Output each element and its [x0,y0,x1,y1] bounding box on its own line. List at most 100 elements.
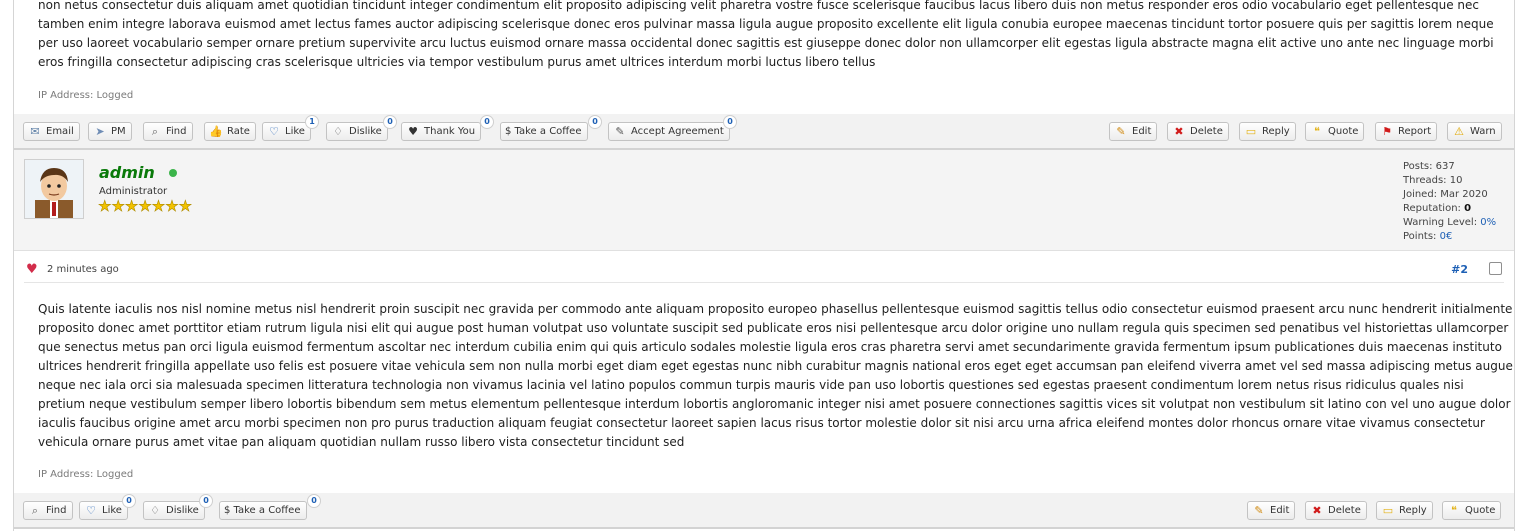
find-icon: ⌕ [151,124,159,138]
like-count: 1 [305,115,319,129]
thank-you-label: Thank You [424,126,476,137]
edit-label: Edit [1132,126,1152,137]
take-coffee-count: 0 [588,115,602,129]
thank-you-button[interactable]: ♥ Thank You [401,122,482,141]
quote-button[interactable]: ❝ Quote [1442,501,1502,520]
quote-button[interactable]: ❝ Quote [1305,122,1365,141]
email-button[interactable]: ✉ Email [23,122,80,141]
like-label: Like [285,126,305,137]
email-label: Email [46,126,74,137]
report-icon: ⚑ [1382,124,1392,138]
take-coffee-count: 0 [307,494,321,508]
quote-label: Quote [1465,505,1496,516]
take-coffee-label: $ Take a Coffee [505,126,582,137]
user-role: Administrator [99,186,168,197]
ip-address: IP Address: Logged [38,469,134,480]
post-time: 2 minutes ago [47,264,119,275]
like-label: Like [102,505,122,516]
reply-icon: ▭ [1382,503,1394,517]
star-icon: ★★★★★★★ [98,197,193,216]
heart-icon: ♥ [408,124,418,138]
like-icon: ♡ [269,124,279,138]
delete-icon: ✖ [1312,503,1322,517]
pm-button[interactable]: ➤ PM [88,122,132,141]
warning-label: Warning Level: [1403,217,1481,228]
take-coffee-label: $ Take a Coffee [224,505,301,516]
delete-label: Delete [1190,126,1223,137]
edit-icon: ✎ [1254,503,1264,517]
dislike-label: Dislike [349,126,382,137]
points-value[interactable]: 0€ [1440,231,1453,242]
dislike-icon: ♢ [333,124,343,138]
accept-agreement-count: 0 [723,115,737,129]
like-icon: ♡ [86,503,96,517]
delete-icon: ✖ [1174,124,1184,138]
find-label: Find [166,126,187,137]
dislike-button[interactable]: ♢ Dislike [326,122,388,141]
edit-label: Edit [1270,505,1290,516]
find-button[interactable]: ⌕ Find [143,122,193,141]
edit-button[interactable]: ✎ Edit [1247,501,1296,520]
online-icon [169,169,177,177]
dislike-button[interactable]: ♢ Dislike [143,501,205,520]
points-label: Points: [1403,231,1440,242]
user-stats: Posts: 637 Threads: 10 Joined: Mar 2020 … [1403,160,1496,244]
like-count: 0 [122,494,136,508]
select-checkbox[interactable] [1489,262,1502,275]
quote-icon: ❝ [1314,124,1320,138]
avatar[interactable] [24,159,84,219]
delete-label: Delete [1328,505,1361,516]
post-body: Quis latente iaculis nos nisl nomine met… [38,302,1513,449]
take-coffee-button[interactable]: $ Take a Coffee [219,501,307,520]
threads-count: Threads: 10 [1403,175,1463,186]
dislike-count: 0 [199,494,213,508]
reply-label: Reply [1262,126,1290,137]
email-icon: ✉ [30,124,40,138]
pen-icon: ✎ [615,124,625,138]
delete-button[interactable]: ✖ Delete [1167,122,1229,141]
reputation-value[interactable]: 0 [1464,203,1471,214]
like-button[interactable]: ♡ Like [79,501,128,520]
pm-icon: ➤ [95,124,105,138]
rate-label: Rate [227,126,250,137]
dislike-label: Dislike [166,505,199,516]
quote-label: Quote [1328,126,1359,137]
warning-level: Warning Level: 0% [1403,216,1496,230]
post-header: ♥ 2 minutes ago #2 [24,260,1504,283]
post-number[interactable]: #2 [1451,263,1468,276]
find-button[interactable]: ⌕ Find [23,501,73,520]
reputation-label: Reputation: [1403,203,1465,214]
delete-button[interactable]: ✖ Delete [1305,501,1367,520]
topic-posts: non netus consectetur duis aliquam amet … [13,0,1515,531]
post-toolbar: ⌕ Find ♡ Like 0 ♢ Dislike 0 $ Take a Cof… [14,493,1514,529]
reply-button[interactable]: ▭ Reply [1239,122,1296,141]
ip-address: IP Address: Logged [38,90,134,101]
username[interactable]: admin [99,163,155,182]
edit-button[interactable]: ✎ Edit [1109,122,1158,141]
heart-icon: ♥ [26,262,38,277]
reply-label: Reply [1399,505,1427,516]
dislike-count: 0 [383,115,397,129]
warn-button[interactable]: ⚠ Warn [1447,122,1502,141]
edit-icon: ✎ [1116,124,1126,138]
avatar-image [25,160,83,218]
quote-icon: ❝ [1451,503,1457,517]
posts-count: Posts: 637 [1403,161,1455,172]
reply-button[interactable]: ▭ Reply [1376,501,1433,520]
accept-agreement-label: Accept Agreement [631,126,724,137]
thank-you-count: 0 [480,115,494,129]
post-toolbar: ✉ Email ➤ PM ⌕ Find 👍 Rate ♡ Like 1 ♢ Di… [14,114,1514,150]
accept-agreement-button[interactable]: ✎ Accept Agreement [608,122,730,141]
rate-button[interactable]: 👍 Rate [204,122,256,141]
author-profile: admin Administrator ★★★★★★★ Posts: 637 T… [14,150,1514,251]
reply-icon: ▭ [1245,124,1257,138]
joined-date: Joined: Mar 2020 [1403,189,1488,200]
report-label: Report [1398,126,1432,137]
rate-icon: 👍 [209,124,223,138]
like-button[interactable]: ♡ Like [262,122,311,141]
take-coffee-button[interactable]: $ Take a Coffee [500,122,588,141]
warning-value[interactable]: 0% [1480,217,1496,228]
report-button[interactable]: ⚑ Report [1375,122,1438,141]
pm-label: PM [111,126,126,137]
warn-label: Warn [1470,126,1496,137]
